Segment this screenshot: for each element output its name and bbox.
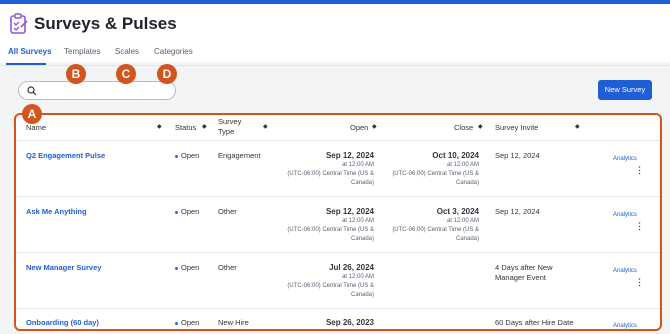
more-options-icon[interactable]: ⋮: [635, 166, 644, 175]
open-timezone-cont: Canada): [350, 180, 374, 186]
analytics-link[interactable]: Analytics: [613, 266, 637, 276]
sort-icon[interactable]: ◆: [157, 123, 162, 130]
column-header-survey-invite[interactable]: Survey Invite: [495, 123, 538, 132]
status-text: Open: [181, 151, 200, 160]
close-cell: Oct 3, 2024 at 12:00 AM (UTC-06:00) Cent…: [379, 207, 479, 244]
open-timezone-cont: Canada): [350, 236, 374, 242]
tab-templates[interactable]: Templates: [64, 47, 100, 56]
survey-name-link[interactable]: Ask Me Anything: [26, 207, 87, 217]
status-dot-icon: [175, 210, 178, 214]
status-text: Open: [181, 207, 200, 216]
survey-invite-cell: Sep 12, 2024: [495, 151, 540, 161]
column-header-open[interactable]: Open: [350, 123, 368, 132]
open-timezone: (UTC-06:00) Central Time (US &: [287, 283, 374, 289]
analytics-link[interactable]: Analytics: [613, 321, 637, 331]
invite-text: Sep 12, 2024: [495, 207, 540, 216]
open-cell: Sep 26, 2023: [274, 318, 374, 328]
open-cell: Sep 12, 2024 at 12:00 AM (UTC-06:00) Cen…: [274, 151, 374, 188]
invite-text: 4 Days after New: [495, 263, 553, 272]
status-cell: Open: [175, 151, 199, 161]
open-time: at 12:00 AM: [341, 218, 374, 224]
status-cell: Open: [175, 318, 199, 328]
column-header-status[interactable]: Status: [175, 123, 196, 132]
callout-badge-c: C: [116, 64, 136, 84]
column-header-survey-type[interactable]: Survey Type: [218, 117, 258, 137]
survey-name-link[interactable]: New Manager Survey: [26, 263, 101, 273]
surveys-table: Name ◆ Status ◆ Survey Type ◆ Open ◆ Clo…: [14, 113, 662, 331]
close-timezone-cont: Canada): [455, 236, 479, 242]
close-cell: Oct 10, 2024 at 12:00 AM (UTC-06:00) Cen…: [379, 151, 479, 188]
close-date: Oct 3, 2024: [436, 207, 479, 216]
close-date: Oct 10, 2024: [432, 151, 479, 160]
survey-type-cell: Other: [218, 263, 237, 272]
table-row[interactable]: Ask Me Anything Open Other Sep 12, 2024 …: [14, 197, 662, 253]
search-input[interactable]: [18, 81, 176, 100]
survey-type-cell: Engagement: [218, 151, 261, 160]
status-dot-icon: [175, 266, 178, 270]
status-text: Open: [181, 263, 200, 272]
open-timezone: (UTC-06:00) Central Time (US &: [287, 171, 374, 177]
survey-type-cell: New Hire: [218, 318, 249, 327]
invite-text: 60 Days after Hire Date: [495, 318, 574, 327]
callout-badge-b: B: [66, 64, 86, 84]
open-cell: Sep 12, 2024 at 12:00 AM (UTC-06:00) Cen…: [274, 207, 374, 244]
tab-categories[interactable]: Categories: [154, 47, 193, 56]
open-date: Jul 26, 2024: [329, 263, 374, 272]
table-header-row: Name ◆ Status ◆ Survey Type ◆ Open ◆ Clo…: [14, 113, 662, 141]
search-icon: [27, 86, 37, 96]
sort-icon[interactable]: ◆: [372, 123, 377, 130]
sort-icon[interactable]: ◆: [202, 123, 207, 130]
table-row[interactable]: New Manager Survey Open Other Jul 26, 20…: [14, 253, 662, 309]
survey-name-link[interactable]: Q2 Engagement Pulse: [26, 151, 105, 161]
tab-scales[interactable]: Scales: [115, 47, 139, 56]
open-date: Sep 12, 2024: [325, 207, 374, 216]
analytics-link[interactable]: Analytics: [613, 210, 637, 220]
new-survey-button[interactable]: New Survey: [598, 80, 652, 100]
sort-icon[interactable]: ◆: [575, 123, 580, 130]
tab-bar: All Surveys Templates Scales Categories: [0, 44, 670, 66]
page-title: Surveys & Pulses: [34, 14, 177, 33]
survey-name-link[interactable]: Onboarding (60 day): [26, 318, 99, 328]
more-options-icon[interactable]: ⋮: [635, 278, 644, 287]
table-row[interactable]: Q2 Engagement Pulse Open Engagement Sep …: [14, 141, 662, 197]
open-date: Sep 26, 2023: [325, 318, 374, 327]
invite-text: Sep 12, 2024: [495, 151, 540, 160]
close-timezone: (UTC-06:00) Central Time (US &: [392, 171, 479, 177]
sort-icon[interactable]: ◆: [263, 123, 268, 130]
tabs-divider: [0, 65, 670, 66]
tab-all-surveys[interactable]: All Surveys: [8, 47, 52, 56]
open-date: Sep 12, 2024: [325, 151, 374, 160]
close-time: at 12:00 AM: [446, 162, 479, 168]
survey-invite-cell: 4 Days after New Manager Event: [495, 263, 591, 283]
close-timezone: (UTC-06:00) Central Time (US &: [392, 227, 479, 233]
open-timezone: (UTC-06:00) Central Time (US &: [287, 227, 374, 233]
survey-invite-cell: 60 Days after Hire Date: [495, 318, 573, 328]
open-time: at 12:00 AM: [341, 274, 374, 280]
survey-clipboard-icon: [10, 13, 28, 34]
open-time: at 12:00 AM: [341, 162, 374, 168]
table-row[interactable]: Onboarding (60 day) Open New Hire Sep 26…: [14, 309, 662, 331]
open-timezone-cont: Canada): [350, 292, 374, 298]
status-cell: Open: [175, 207, 199, 217]
column-header-name[interactable]: Name: [26, 123, 46, 132]
survey-invite-cell: Sep 12, 2024: [495, 207, 540, 217]
more-options-icon[interactable]: ⋮: [635, 222, 644, 231]
callout-badge-a: A: [22, 104, 42, 124]
open-cell: Jul 26, 2024 at 12:00 AM (UTC-06:00) Cen…: [274, 263, 374, 300]
status-dot-icon: [175, 154, 178, 158]
status-text: Open: [181, 318, 200, 327]
survey-type-cell: Other: [218, 207, 237, 216]
callout-badge-d: D: [157, 64, 177, 84]
sort-icon[interactable]: ◆: [478, 123, 483, 130]
close-time: at 12:00 AM: [446, 218, 479, 224]
close-timezone-cont: Canada): [455, 180, 479, 186]
column-header-close[interactable]: Close: [454, 123, 473, 132]
invite-text-cont: Manager Event: [495, 273, 546, 282]
status-cell: Open: [175, 263, 199, 273]
analytics-link[interactable]: Analytics: [613, 154, 637, 164]
status-dot-icon: [175, 321, 178, 325]
page-header: Surveys & Pulses All Surveys Templates S…: [0, 4, 670, 66]
